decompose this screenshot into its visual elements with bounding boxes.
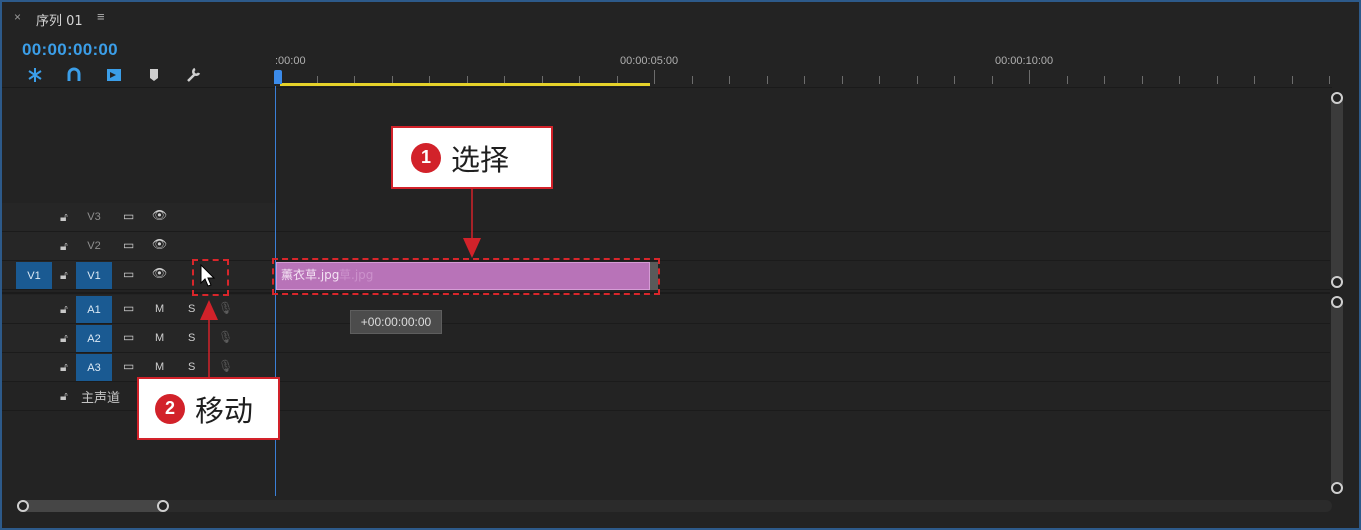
video-vertical-scrollbar[interactable] [1331, 92, 1343, 288]
scroll-knob[interactable] [1331, 276, 1343, 288]
zoom-knob-right[interactable] [157, 500, 169, 512]
callout-text: 移动 [195, 393, 254, 428]
callout-select: 1 选择 [391, 126, 553, 189]
annotation-arrows [200, 189, 481, 378]
audio-vertical-scrollbar[interactable] [1331, 297, 1343, 493]
callout-text: 选择 [451, 142, 510, 177]
zoom-knob-left[interactable] [17, 500, 29, 512]
scroll-knob[interactable] [1331, 296, 1343, 308]
scroll-knob[interactable] [1331, 92, 1343, 104]
step-number-badge: 2 [155, 393, 185, 424]
horizontal-scrollbar-thumb[interactable] [17, 500, 169, 512]
scroll-knob[interactable] [1331, 482, 1343, 494]
step-number-badge: 1 [411, 142, 441, 173]
horizontal-scrollbar-track[interactable] [17, 500, 1332, 512]
callout-move: 2 移动 [137, 377, 280, 440]
